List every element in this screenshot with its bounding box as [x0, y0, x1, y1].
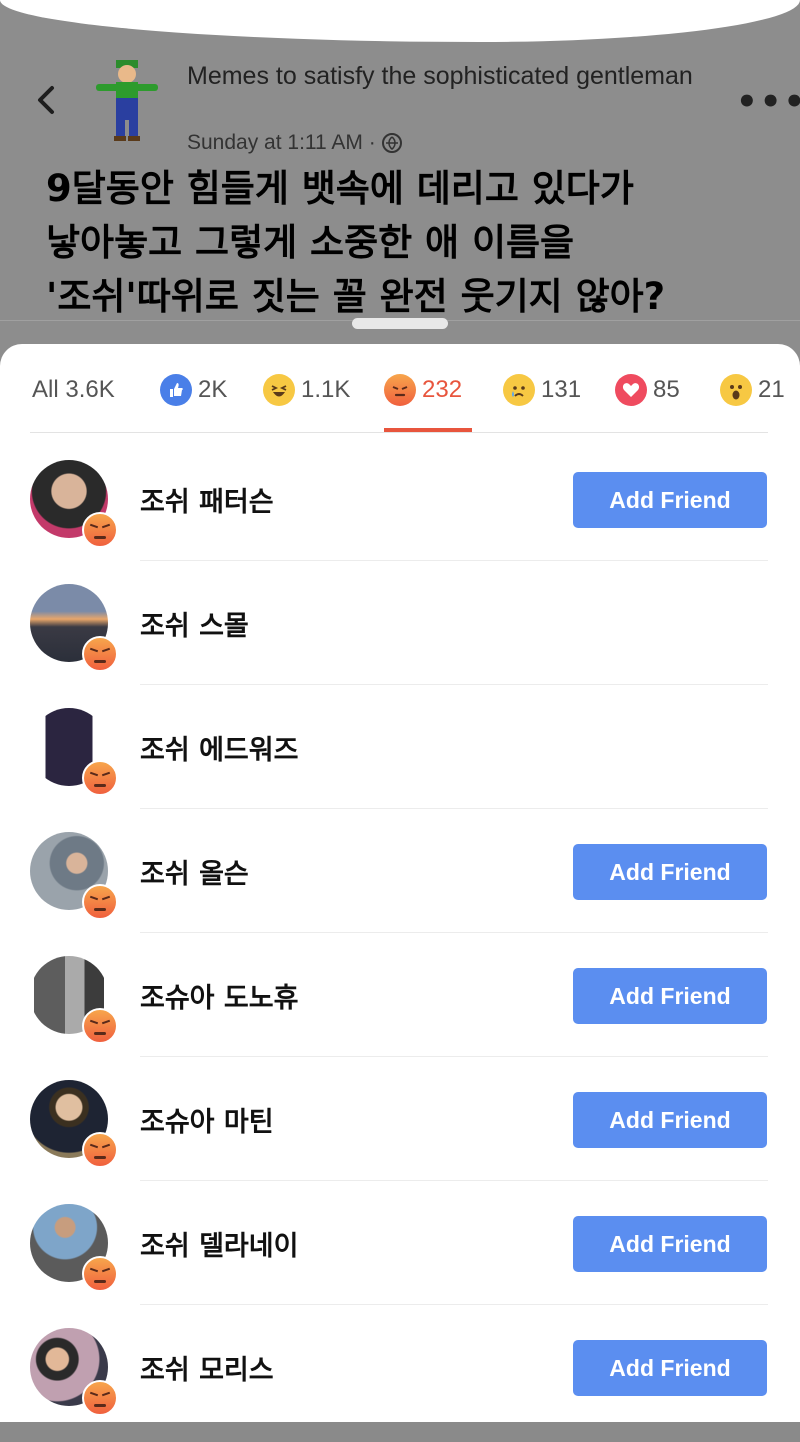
person-name[interactable]: 조쉬 스몰 [140, 604, 249, 643]
add-friend-button[interactable]: Add Friend [573, 968, 767, 1024]
divider [140, 932, 768, 933]
divider [140, 1056, 768, 1057]
reaction-tabs: All 3.6K 2K 1.1K 232 131 85 21 [0, 344, 800, 434]
add-friend-button[interactable]: Add Friend [573, 1340, 767, 1396]
sheet-drag-handle[interactable] [352, 318, 448, 329]
person-name[interactable]: 조쉬 패터슨 [140, 480, 274, 519]
person-name[interactable]: 조쉬 올슨 [140, 852, 249, 891]
wow-icon [720, 374, 752, 406]
person-name[interactable]: 조쉬 모리스 [140, 1348, 274, 1387]
add-friend-button[interactable]: Add Friend [573, 1216, 767, 1272]
page-avatar[interactable] [92, 58, 162, 142]
globe-icon [381, 133, 402, 153]
angry-icon [82, 884, 118, 920]
add-friend-button[interactable]: Add Friend [573, 1092, 767, 1148]
reactions-sheet: All 3.6K 2K 1.1K 232 131 85 21 조쉬 패터슨 Ad… [0, 344, 800, 1422]
angry-icon [82, 512, 118, 548]
person-name[interactable]: 조쉬 에드워즈 [140, 728, 298, 767]
caption-line: 낳아놓고 그렇게 소중한 애 이름을 [46, 221, 575, 264]
tab-label: 1.1K [301, 376, 351, 403]
caption-line: 9달동안 힘들게 뱃속에 데리고 있다가 [46, 167, 634, 210]
list-item[interactable]: 조슈아 도노휴 Add Friend [0, 946, 800, 1070]
page-name[interactable]: Memes to satisfy the sophisticated gentl… [187, 60, 707, 92]
more-icon[interactable]: ••• [736, 82, 800, 122]
angry-icon [82, 636, 118, 672]
caption-line: '조쉬'따위로 짓는 꼴 완전 웃기지 않아? [46, 275, 666, 318]
tab-label: 232 [422, 376, 463, 403]
list-item[interactable]: 조쉬 올슨 Add Friend [0, 822, 800, 946]
love-icon [615, 374, 647, 406]
angry-icon [82, 1380, 118, 1416]
tab-haha[interactable]: 1.1K [263, 372, 350, 408]
divider [30, 432, 768, 433]
tab-label: 131 [541, 376, 582, 403]
tab-like[interactable]: 2K [160, 372, 227, 408]
person-name[interactable]: 조쉬 델라네이 [140, 1224, 298, 1263]
tab-label: All 3.6K [32, 376, 115, 403]
caption-text: 9달동안 힘들게 뱃속에 데리고 있다가 낳아놓고 그렇게 소중한 애 이름을 … [46, 162, 786, 324]
divider [140, 1180, 768, 1181]
sad-icon [503, 374, 535, 406]
angry-icon [82, 1132, 118, 1168]
haha-icon [263, 374, 295, 406]
angry-icon [384, 374, 416, 406]
post-time-text: Sunday at 1:11 AM · [187, 131, 376, 154]
list-item[interactable]: 조쉬 패터슨 Add Friend [0, 450, 800, 574]
like-icon [160, 374, 192, 406]
list-item[interactable]: 조슈아 마틴 Add Friend [0, 1070, 800, 1194]
tab-angry[interactable]: 232 [384, 372, 462, 408]
tab-all[interactable]: All 3.6K [32, 372, 115, 408]
list-item[interactable]: 조쉬 에드워즈 [0, 698, 800, 822]
add-friend-button[interactable]: Add Friend [573, 844, 767, 900]
tab-wow[interactable]: 21 [720, 372, 785, 408]
divider [140, 808, 768, 809]
add-friend-button[interactable]: Add Friend [573, 472, 767, 528]
divider [140, 560, 768, 561]
angry-icon [82, 760, 118, 796]
list-item[interactable]: 조쉬 스몰 [0, 574, 800, 698]
tab-label: 2K [198, 376, 228, 403]
divider [140, 684, 768, 685]
person-name[interactable]: 조슈아 도노휴 [140, 976, 298, 1015]
post-time: Sunday at 1:11 AM · [187, 131, 402, 155]
tab-love[interactable]: 85 [615, 372, 680, 408]
list-item[interactable]: 조쉬 모리스 Add Friend [0, 1318, 800, 1442]
angry-icon [82, 1008, 118, 1044]
list-item[interactable]: 조쉬 델라네이 Add Friend [0, 1194, 800, 1318]
tab-sad[interactable]: 131 [503, 372, 581, 408]
tab-label: 85 [653, 376, 680, 403]
tab-label: 21 [758, 376, 785, 403]
person-name[interactable]: 조슈아 마틴 [140, 1100, 274, 1139]
back-icon[interactable] [30, 80, 64, 120]
divider [140, 1304, 768, 1305]
angry-icon [82, 1256, 118, 1292]
